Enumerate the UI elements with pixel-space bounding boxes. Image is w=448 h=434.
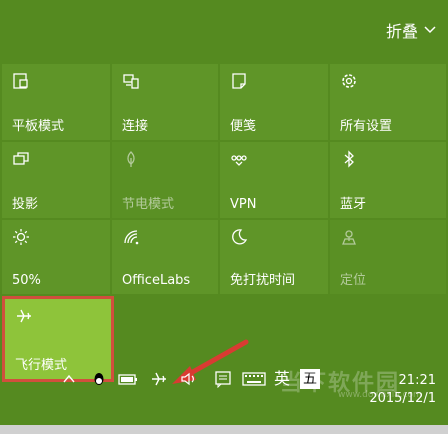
- airplane-icon: [17, 309, 31, 323]
- battery-saver-icon: [127, 151, 135, 167]
- note-icon: [232, 73, 246, 89]
- tablet-mode-icon: [13, 73, 28, 89]
- tile-label: 节电模式: [122, 197, 175, 212]
- tile-label: 飞行模式: [15, 358, 68, 373]
- tile-bluetooth[interactable]: 蓝牙: [330, 142, 446, 218]
- vpn-icon: [231, 155, 247, 166]
- tile-label: 便笺: [230, 119, 257, 134]
- tile-quiet-hours[interactable]: 免打扰时间: [220, 220, 328, 294]
- qq-icon[interactable]: [92, 370, 106, 392]
- tile-label: 定位: [340, 273, 367, 288]
- tile-label: 平板模式: [12, 119, 65, 134]
- wifi-icon: [124, 230, 139, 245]
- settings-icon: [342, 74, 356, 88]
- quiet-hours-icon: [232, 229, 248, 245]
- tile-all-settings[interactable]: 所有设置: [330, 64, 446, 140]
- location-icon: [342, 230, 356, 245]
- connect-icon: [123, 74, 139, 89]
- tile-connect[interactable]: 连接: [112, 64, 218, 140]
- tile-brightness[interactable]: 50%: [2, 220, 110, 294]
- arrow-annotation: [172, 339, 249, 384]
- tile-label: 所有设置: [340, 119, 393, 134]
- tile-battery-saver[interactable]: 节电模式: [112, 142, 218, 218]
- tile-note[interactable]: 便笺: [220, 64, 328, 140]
- clock-time: 21:21: [398, 373, 436, 388]
- tile-wifi[interactable]: OfficeLabs: [112, 220, 218, 294]
- clock[interactable]: 21:21 2015/12/1: [369, 372, 436, 408]
- tile-label: 投影: [12, 197, 39, 212]
- airplane-mode-tray-icon[interactable]: [150, 370, 168, 392]
- tile-label: OfficeLabs: [122, 273, 191, 288]
- clock-date: 2015/12/1: [369, 391, 436, 406]
- volume-icon[interactable]: [180, 370, 198, 392]
- tile-label: 免打扰时间: [230, 273, 296, 288]
- tile-tablet-mode[interactable]: 平板模式: [2, 64, 110, 140]
- tile-label: 50%: [12, 273, 41, 288]
- bottom-strip: [0, 425, 448, 434]
- bluetooth-icon: [344, 150, 354, 168]
- show-hidden-icons-icon[interactable]: [62, 370, 76, 392]
- project-icon: [13, 152, 29, 165]
- tile-location[interactable]: 定位: [330, 220, 446, 294]
- tile-label: 连接: [122, 119, 149, 134]
- tile-label: VPN: [230, 197, 257, 212]
- brightness-icon: [13, 229, 29, 245]
- tile-vpn[interactable]: VPN: [220, 142, 328, 218]
- touch-keyboard-icon[interactable]: [242, 370, 266, 392]
- tile-airplane-mode[interactable]: 飞行模式: [5, 299, 111, 379]
- battery-icon[interactable]: [118, 370, 138, 392]
- action-center-icon[interactable]: [214, 370, 232, 392]
- tile-label: 蓝牙: [340, 197, 367, 212]
- tile-project[interactable]: 投影: [2, 142, 110, 218]
